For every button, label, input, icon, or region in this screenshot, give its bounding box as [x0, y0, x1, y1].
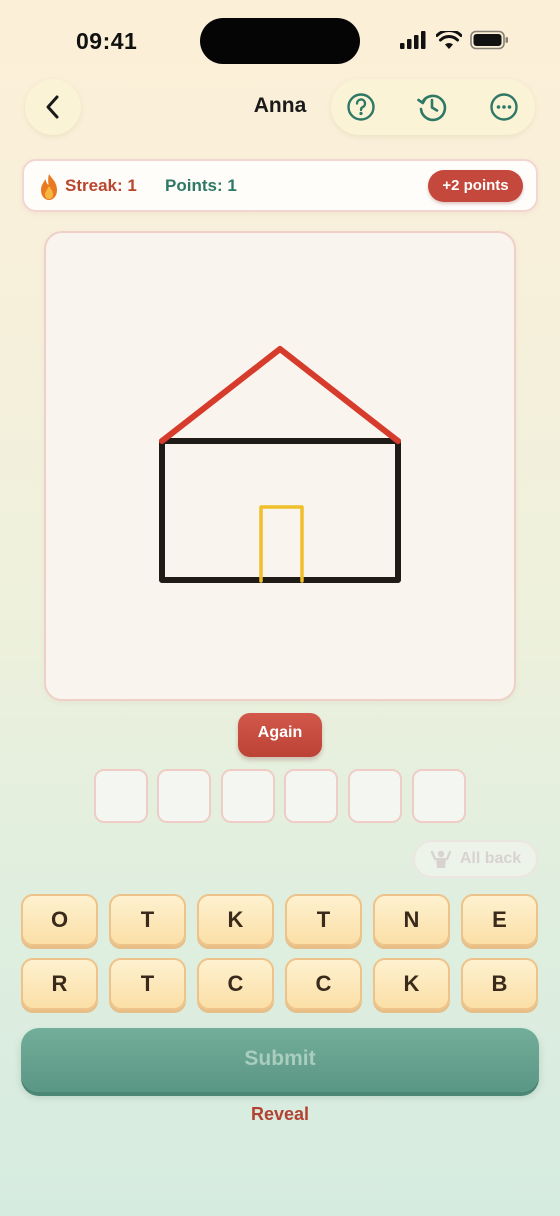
person-cheering-icon	[430, 850, 452, 868]
help-button[interactable]	[345, 91, 377, 123]
drawing-canvas	[44, 231, 516, 701]
letter-tile[interactable]: C	[285, 958, 362, 1010]
all-back-label: All back	[459, 850, 522, 867]
answer-slot-6[interactable]	[412, 769, 466, 823]
letter-tile[interactable]: O	[21, 894, 98, 946]
chevron-left-icon	[46, 95, 59, 119]
history-clock-icon	[417, 94, 447, 122]
letter-tile[interactable]: E	[461, 894, 538, 946]
history-button[interactable]	[416, 91, 448, 123]
more-button[interactable]	[488, 91, 520, 123]
letter-tile[interactable]: K	[373, 958, 450, 1010]
answer-slot-4[interactable]	[284, 769, 338, 823]
answer-slot-5[interactable]	[348, 769, 402, 823]
house-drawing	[159, 346, 401, 583]
letter-tile[interactable]: K	[197, 894, 274, 946]
answer-slot-3[interactable]	[221, 769, 275, 823]
letter-tile[interactable]: T	[109, 894, 186, 946]
header-actions	[331, 79, 535, 135]
score-bar: Streak: 1 Points: 1 +2 points	[22, 159, 538, 212]
again-button[interactable]: Again	[238, 713, 322, 757]
letter-tile[interactable]: C	[197, 958, 274, 1010]
house-walls	[159, 438, 401, 583]
letter-tile[interactable]: N	[373, 894, 450, 946]
flame-icon	[41, 174, 57, 200]
question-circle-icon	[347, 93, 375, 121]
battery-icon	[470, 30, 508, 50]
wifi-icon	[436, 30, 462, 49]
all-back-button[interactable]: All back	[413, 840, 538, 878]
back-button[interactable]	[25, 79, 81, 135]
letter-tile[interactable]: R	[21, 958, 98, 1010]
answer-slot-1[interactable]	[94, 769, 148, 823]
submit-button[interactable]: Submit	[21, 1028, 539, 1092]
answer-slot-2[interactable]	[157, 769, 211, 823]
status-time: 09:41	[76, 28, 138, 54]
bonus-points-badge: +2 points	[428, 170, 523, 202]
letter-tile[interactable]: B	[461, 958, 538, 1010]
house-roof	[159, 346, 401, 444]
reveal-link[interactable]: Reveal	[220, 1104, 340, 1125]
streak-label: Streak: 1	[65, 176, 137, 195]
cellular-signal-icon	[400, 31, 426, 49]
more-horizontal-icon	[490, 93, 518, 121]
page-title: Anna	[253, 94, 307, 117]
dynamic-island	[200, 18, 360, 64]
status-icons	[400, 30, 510, 50]
letter-tile[interactable]: T	[109, 958, 186, 1010]
house-door	[259, 505, 304, 583]
points-label: Points: 1	[165, 176, 237, 195]
status-bar: 09:41	[0, 0, 560, 84]
letter-tile[interactable]: T	[285, 894, 362, 946]
